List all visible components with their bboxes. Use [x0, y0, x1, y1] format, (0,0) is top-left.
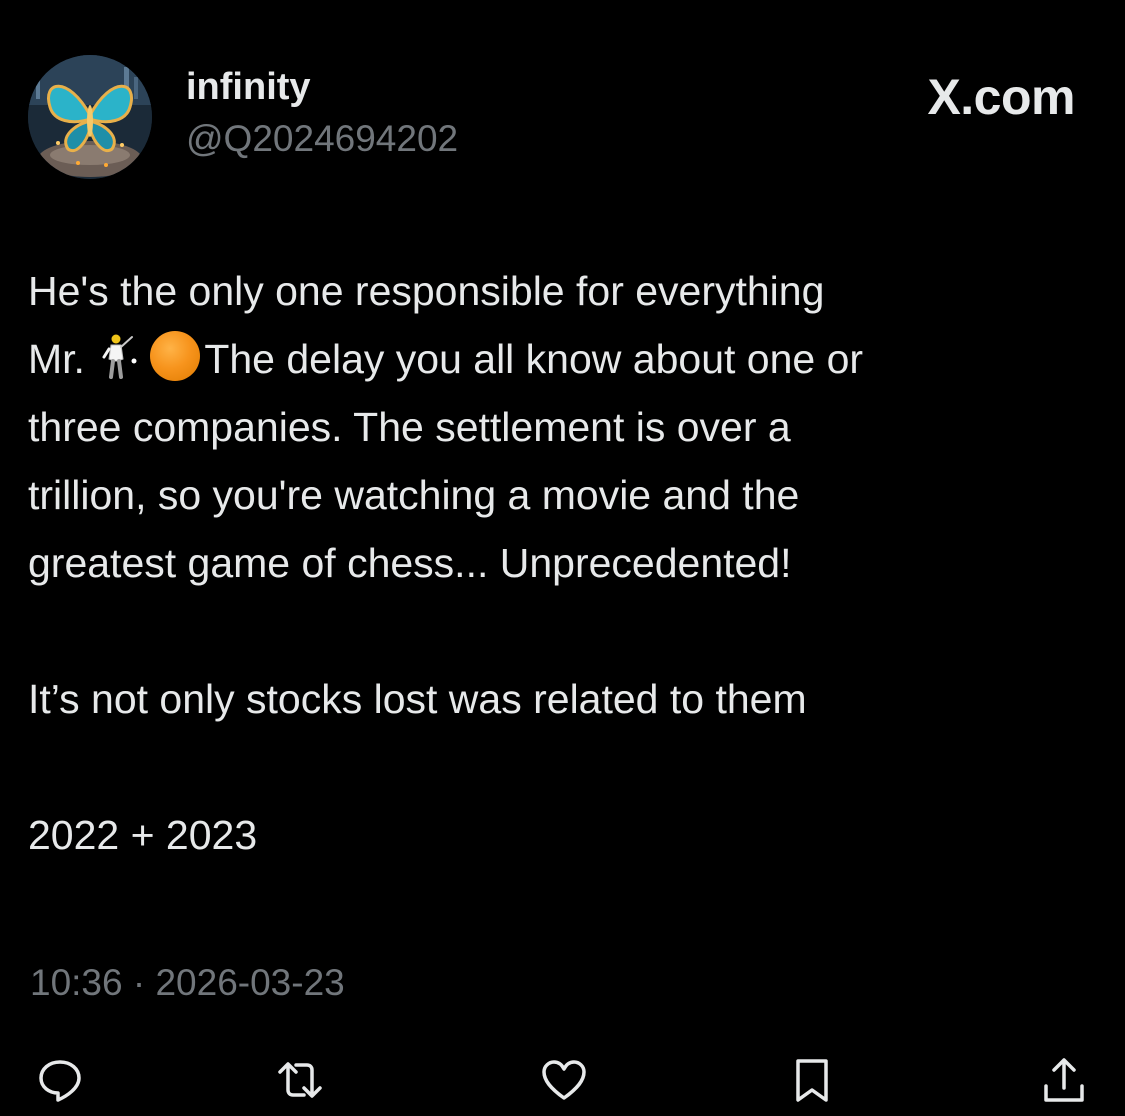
reply-button[interactable] [32, 1052, 88, 1108]
bookmark-icon [796, 1059, 828, 1102]
like-icon [542, 1060, 586, 1100]
user-handle[interactable]: @Q2024694202 [186, 116, 458, 162]
tweet-action-bar [0, 1052, 1125, 1108]
tweet-timestamp[interactable]: 10:36 · 2026-03-23 [30, 958, 345, 1008]
avatar[interactable] [28, 55, 152, 179]
tweet-line: It’s not only stocks lost was related to… [28, 665, 1088, 733]
tweet-line-text: greatest game of chess... Unprecedented! [28, 540, 792, 586]
share-button[interactable] [1036, 1052, 1092, 1108]
tweet-line-text: He's the only one responsible for everyt… [28, 268, 825, 314]
tweet-line: trillion, so you're watching a movie and… [28, 461, 1088, 529]
retweet-icon [278, 1062, 322, 1098]
display-name[interactable]: infinity [186, 64, 311, 110]
retweet-button[interactable] [272, 1052, 328, 1108]
tweet-line-text: It’s not only stocks lost was related to… [28, 676, 807, 722]
share-icon [1044, 1058, 1084, 1102]
tweet-line: He's the only one responsible for everyt… [28, 257, 1088, 325]
reply-icon [39, 1060, 81, 1102]
tweet-line-text: 2022 + 2023 [28, 812, 258, 858]
like-button[interactable] [536, 1052, 592, 1108]
tweet-line-text: three companies. The settlement is over … [28, 404, 791, 450]
orange-circle-icon [150, 331, 201, 381]
tweet-line-text: The delay you all know about one or [204, 336, 864, 382]
butterfly-avatar-image [28, 55, 152, 179]
bookmark-button[interactable] [784, 1052, 840, 1108]
tweet-line-text: trillion, so you're watching a movie and… [28, 472, 800, 518]
golfer-icon [96, 331, 140, 379]
tweet-line: greatest game of chess... Unprecedented! [28, 529, 1088, 597]
brand-watermark: X.com [927, 69, 1075, 125]
tweet-line-text: Mr. [28, 336, 97, 382]
tweet-line: Mr. The delay you all know about one or [28, 325, 1088, 393]
tweet-line: 2022 + 2023 [28, 801, 1088, 869]
tweet-line: three companies. The settlement is over … [28, 393, 1088, 461]
tweet-text: He's the only one responsible for everyt… [28, 257, 1088, 869]
